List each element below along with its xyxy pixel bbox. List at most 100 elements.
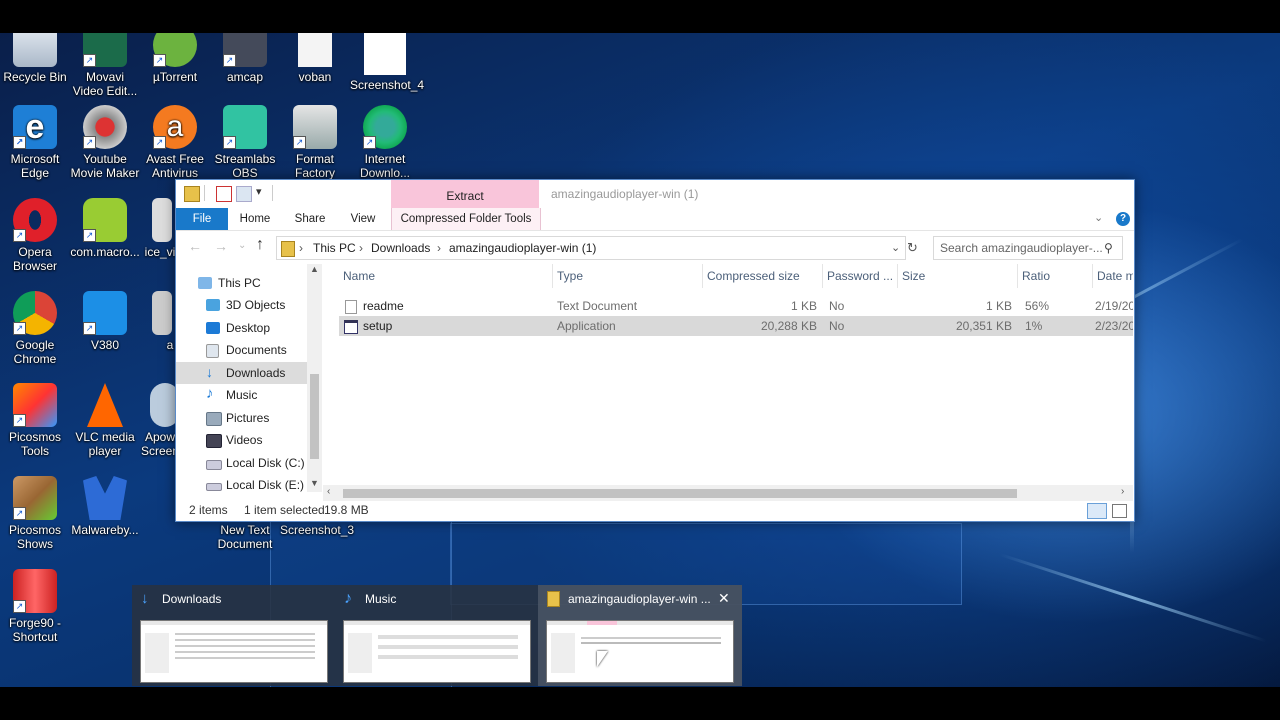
file-ratio: 56%: [1025, 299, 1050, 313]
nav-scrollbar-thumb[interactable]: [310, 374, 319, 459]
extract-context-tab[interactable]: Extract: [391, 180, 539, 208]
scroll-left-icon[interactable]: ‹: [327, 486, 330, 497]
desktop-icon-recycle-bin[interactable]: Recycle Bin: [0, 33, 70, 84]
new-folder-icon[interactable]: [236, 186, 252, 202]
desktop-icon-youtube-movie-maker[interactable]: ↗ Youtube Movie Maker: [70, 105, 140, 180]
thumbnail-preview: [140, 620, 328, 683]
forge90-icon: ↗: [13, 569, 57, 613]
nav-item-this-pc[interactable]: This PC: [176, 272, 306, 294]
nav-item-documents[interactable]: Documents: [176, 339, 306, 361]
desktop-icon-v380[interactable]: ↗ V380: [70, 291, 140, 352]
desktop-icon-vlc[interactable]: VLC media player: [70, 383, 140, 458]
breadcrumb-this-pc[interactable]: This PC: [313, 237, 356, 259]
column-header-size[interactable]: Size: [898, 264, 1018, 288]
tab-view[interactable]: View: [344, 208, 382, 230]
nav-item-desktop[interactable]: Desktop: [176, 317, 306, 339]
desktop-icon-apowersoft[interactable]: Apow Screen: [140, 383, 180, 458]
nav-scrollbar[interactable]: ▲ ▼: [307, 264, 322, 492]
up-arrow-icon[interactable]: ↑: [256, 236, 264, 254]
thumbnail-amazingaudioplayer[interactable]: amazingaudioplayer-win ... ✕: [538, 585, 742, 686]
file-row-selected[interactable]: setup Application 20,288 KB No 20,351 KB…: [339, 316, 1133, 336]
tab-home[interactable]: Home: [234, 208, 276, 230]
expand-ribbon-icon[interactable]: ⌄: [1094, 211, 1103, 224]
properties-icon[interactable]: [216, 186, 232, 202]
refresh-icon[interactable]: ↻: [907, 240, 918, 256]
breadcrumb-current-folder[interactable]: amazingaudioplayer-win (1): [449, 237, 596, 259]
nav-item-downloads[interactable]: ↓ Downloads: [176, 362, 307, 384]
desktop-icon-amcap[interactable]: ↗ amcap: [210, 33, 280, 84]
large-icons-view-icon[interactable]: [1112, 504, 1127, 518]
computer-icon: [198, 277, 212, 289]
desktop-icon-screenshot-4[interactable]: Screenshot_4: [350, 33, 424, 92]
preview-row: [378, 655, 518, 659]
camera-icon: ↗: [223, 33, 267, 67]
recent-locations-icon[interactable]: ⌄: [238, 240, 246, 251]
desktop-icon-a[interactable]: a: [140, 291, 180, 352]
desktop-icon-label: a: [166, 338, 174, 352]
file-list-scrollbar-thumb[interactable]: [343, 489, 1017, 498]
thumbnail-downloads[interactable]: ↓ Downloads: [132, 585, 334, 686]
desktop-icon-screenshot-3[interactable]: Screenshot_3: [280, 523, 354, 537]
breadcrumb-downloads[interactable]: Downloads: [371, 237, 430, 259]
preview-nav: [551, 633, 575, 673]
desktop-icon-utorrent[interactable]: ↗ µTorrent: [140, 33, 210, 84]
column-header-password[interactable]: Password ...: [823, 264, 898, 288]
documents-icon: [206, 344, 219, 358]
file-password: No: [829, 299, 845, 313]
tab-compressed-folder-tools[interactable]: Compressed Folder Tools: [391, 208, 541, 230]
file-icon: [152, 198, 172, 242]
desktop-icon-new-text-document[interactable]: New Text Document: [210, 523, 280, 551]
desktop-icon-streamlabs[interactable]: ↗ Streamlabs OBS: [210, 105, 280, 180]
desktop-icon-com-macro[interactable]: ↗ com.macro...: [70, 198, 140, 259]
file-row[interactable]: readme Text Document 1 KB No 1 KB 56% 2/…: [339, 296, 1133, 316]
nav-item-local-disk-e[interactable]: Local Disk (E:): [176, 474, 306, 496]
file-compressed-size: 20,288 KB: [760, 319, 817, 333]
column-header-date[interactable]: Date m: [1093, 264, 1133, 288]
nav-item-pictures[interactable]: Pictures: [176, 407, 306, 429]
nav-item-music[interactable]: ♪ Music: [176, 384, 306, 406]
thumbnail-music[interactable]: ♪ Music: [335, 585, 537, 686]
nav-item-videos[interactable]: Videos: [176, 429, 306, 451]
nav-item-label: Videos: [226, 433, 263, 447]
pictures-icon: [206, 412, 222, 426]
desktop-icon-picosmos-shows[interactable]: ↗ Picosmos Shows: [0, 476, 70, 551]
address-dropdown-icon[interactable]: ⌄: [891, 237, 900, 259]
scroll-up-icon[interactable]: ▲: [310, 264, 319, 274]
desktop-icon-label: Forge90 - Shortcut: [8, 616, 62, 644]
tab-file[interactable]: File: [176, 208, 228, 230]
scroll-right-icon[interactable]: ›: [1121, 486, 1124, 497]
desktop-icon-label: VLC media player: [75, 430, 135, 458]
desktop-icon-movavi[interactable]: ↗ Movavi Video Edit...: [70, 33, 140, 98]
details-view-icon[interactable]: [1087, 503, 1107, 519]
desktop-icon-ice-vi[interactable]: ice_vi: [140, 198, 180, 259]
column-header-type[interactable]: Type: [553, 264, 703, 288]
desktop-icon-malwarebytes[interactable]: Malwareby...: [70, 476, 140, 537]
desktop-icon-opera[interactable]: ↗ Opera Browser: [0, 198, 70, 273]
desktop-icon-chrome[interactable]: ↗ Google Chrome: [0, 291, 70, 366]
forward-arrow-icon[interactable]: →: [214, 238, 228, 254]
desktop-icon-internet-download[interactable]: ↗ Internet Downlo...: [350, 105, 420, 180]
address-bar[interactable]: › This PC › Downloads › amazingaudioplay…: [276, 236, 906, 260]
desktop-icon-picosmos-tools[interactable]: ↗ Picosmos Tools: [0, 383, 70, 458]
close-icon[interactable]: ✕: [718, 590, 730, 607]
desktop-icon-label: Opera Browser: [12, 245, 57, 273]
scroll-down-icon[interactable]: ▼: [310, 478, 319, 488]
desktop-icon-edge[interactable]: e ↗ Microsoft Edge: [0, 105, 70, 180]
nav-item-3d-objects[interactable]: 3D Objects: [176, 294, 306, 316]
desktop-icon-format-factory[interactable]: ↗ Format Factory: [280, 105, 350, 180]
qat-dropdown-icon[interactable]: ▾: [256, 185, 262, 198]
desktop-icon-forge90[interactable]: ↗ Forge90 - Shortcut: [0, 569, 70, 644]
search-input[interactable]: Search amazingaudioplayer-... ⚲: [933, 236, 1123, 260]
column-header-name[interactable]: Name: [339, 264, 553, 288]
file-list-scrollbar[interactable]: ‹ ›: [323, 485, 1133, 501]
nav-item-local-disk-c[interactable]: Local Disk (C:): [176, 452, 306, 474]
column-header-compressed-size[interactable]: Compressed size: [703, 264, 823, 288]
back-arrow-icon[interactable]: ←: [188, 238, 202, 254]
desktop-icon-avast[interactable]: a ↗ Avast Free Antivirus: [140, 105, 210, 180]
desktop-icon-voban[interactable]: voban: [280, 33, 350, 84]
tab-share[interactable]: Share: [288, 208, 332, 230]
avast-icon: a ↗: [153, 105, 197, 149]
help-icon[interactable]: ?: [1116, 212, 1130, 226]
navigation-pane: This PC 3D Objects Desktop Documents ↓ D…: [176, 264, 322, 492]
column-header-ratio[interactable]: Ratio: [1018, 264, 1093, 288]
